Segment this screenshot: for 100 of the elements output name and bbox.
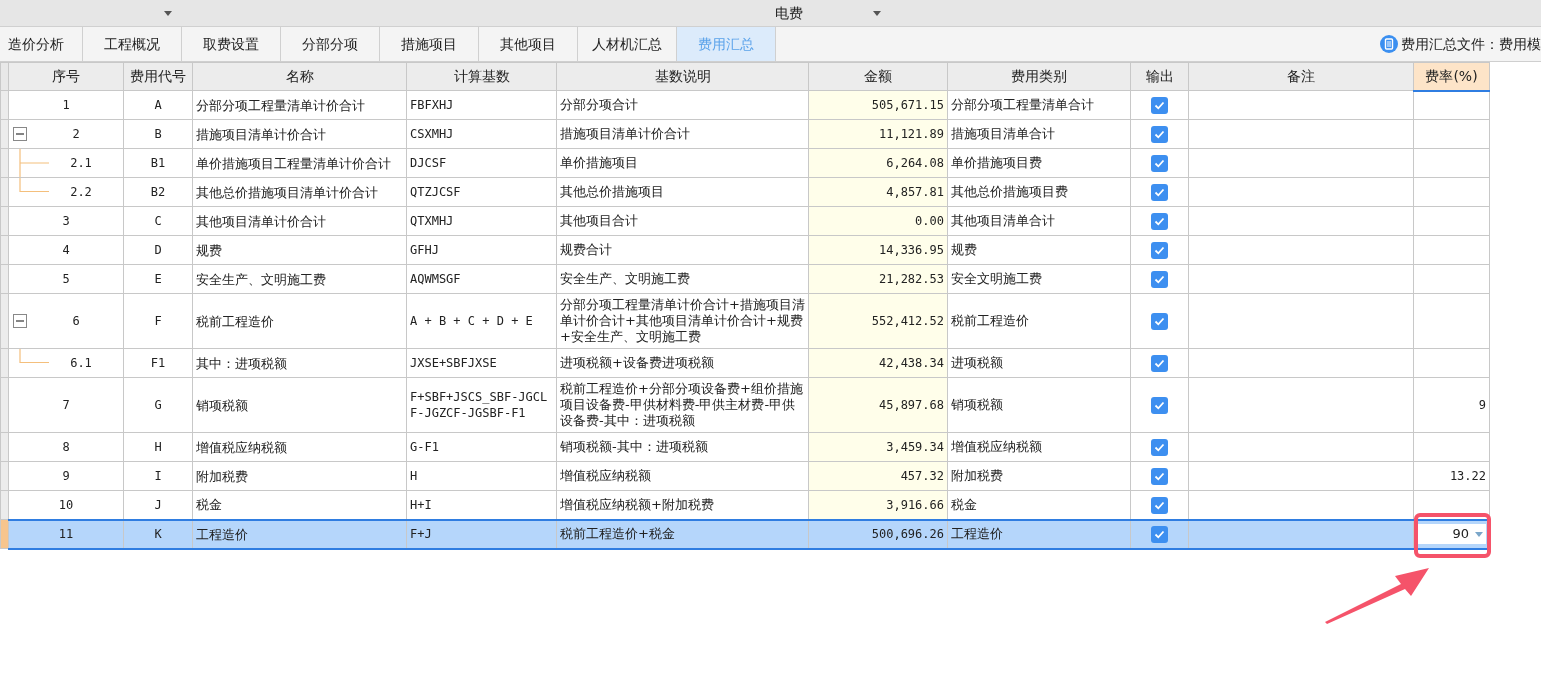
rate-value: 13.22: [1449, 469, 1486, 484]
fee-code: D: [154, 243, 162, 258]
row-number: 6: [72, 314, 80, 329]
amount: 42,438.34: [878, 356, 944, 371]
base-description: 进项税额+设备费进项税额: [560, 355, 715, 371]
base-description: 增值税应纳税额: [560, 468, 652, 484]
column-header: 序号: [8, 62, 124, 91]
fee-code: E: [154, 272, 162, 287]
fee-category: 进项税额: [951, 355, 1003, 371]
item-name: 附加税费: [196, 468, 249, 484]
amount: 21,282.53: [878, 272, 944, 287]
calc-base: CSXMHJ: [410, 126, 455, 142]
calc-base: F+SBF+JSCS_SBF-JGCLF-JGZCF-JGSBF-F1: [410, 389, 549, 421]
fee-category: 分部分项工程量清单合计: [951, 97, 1094, 113]
base-description: 措施项目清单计价合计: [560, 126, 691, 142]
rate-dropdown[interactable]: 90: [1417, 524, 1486, 544]
base-description: 分部分项合计: [560, 97, 639, 113]
row-number: 2.2: [70, 185, 92, 200]
row-number: 9: [62, 469, 70, 484]
fee-code: G: [154, 398, 162, 413]
item-name: 规费: [196, 242, 223, 258]
item-name: 销项税额: [196, 397, 249, 413]
base-description: 单价措施项目: [560, 155, 639, 171]
row-number: 8: [62, 440, 70, 455]
column-header: 输出: [1130, 62, 1189, 91]
row-number: 2.1: [70, 156, 92, 171]
row-number: 4: [62, 243, 70, 258]
row-number: 5: [62, 272, 70, 287]
fee-code: H: [154, 440, 162, 455]
amount: 500,696.26: [871, 527, 944, 542]
amount: 505,671.15: [871, 98, 944, 113]
base-description: 其他总价措施项目: [560, 184, 665, 200]
calc-base: FBFXHJ: [410, 97, 455, 113]
item-name: 安全生产、文明施工费: [196, 271, 327, 287]
fee-code: J: [154, 498, 162, 512]
amount: 3,459.34: [886, 440, 944, 455]
calc-base: F+J: [410, 526, 433, 542]
calc-base: AQWMSGF: [410, 271, 462, 287]
item-name: 增值税应纳税额: [196, 439, 288, 455]
amount: 457.32: [900, 469, 944, 484]
row-number: 1: [62, 98, 70, 113]
calc-base: QTZJCSF: [410, 184, 462, 200]
base-description: 安全生产、文明施工费: [560, 271, 691, 287]
column-header: 金额: [808, 62, 948, 91]
fee-code: F1: [150, 356, 166, 371]
fee-code: F: [154, 314, 162, 329]
fee-category: 其他项目清单合计: [951, 213, 1055, 229]
fee-category: 税前工程造价: [951, 313, 1029, 329]
item-name: 工程造价: [196, 526, 249, 542]
row-number: 6.1: [70, 356, 92, 371]
fee-code: C: [154, 214, 162, 229]
fee-code: B1: [150, 156, 166, 171]
base-description: 税前工程造价+分部分项设备费+组价措施项目设备费-甲供材料费-甲供主材费-甲供设备费-其中：进项税额: [560, 381, 804, 429]
column-header: 费用类别: [947, 62, 1131, 91]
fee-code: I: [154, 469, 162, 484]
column-header: 备注: [1188, 62, 1414, 91]
item-name: 税金: [196, 497, 223, 513]
fee-code: B: [154, 127, 162, 142]
fee-category: 附加税费: [951, 468, 1003, 484]
row-number: 3: [62, 214, 70, 229]
amount: 6,264.08: [886, 156, 944, 171]
row-number: 10: [58, 498, 74, 512]
amount: 11,121.89: [878, 127, 944, 142]
base-description: 其他项目合计: [560, 213, 639, 229]
fee-category: 销项税额: [951, 397, 1003, 413]
item-name: 分部分项工程量清单计价合计: [196, 97, 366, 113]
amount: 45,897.68: [878, 398, 944, 413]
item-name: 措施项目清单计价合计: [196, 126, 327, 142]
column-header: 基数说明: [556, 62, 809, 91]
fee-category: 安全文明施工费: [951, 271, 1042, 287]
fee-category: 工程造价: [951, 526, 1003, 542]
calc-base: H: [410, 468, 419, 484]
fee-category: 单价措施项目费: [951, 155, 1042, 171]
base-description: 规费合计: [560, 242, 613, 258]
item-name: 其中：进项税额: [196, 355, 288, 371]
item-name: 其他项目清单计价合计: [196, 213, 327, 229]
column-header: 计算基数: [406, 62, 557, 91]
fee-category: 税金: [951, 497, 977, 512]
amount: 4,857.81: [886, 185, 944, 200]
fee-category: 措施项目清单合计: [951, 126, 1055, 142]
calc-base: G-F1: [410, 439, 440, 455]
calc-base: QTXMHJ: [410, 213, 455, 229]
amount: 552,412.52: [871, 314, 944, 329]
fee-code: A: [154, 98, 162, 113]
amount: 3,916.66: [886, 498, 944, 512]
rate-value: 9: [1478, 398, 1486, 413]
calc-base: DJCSF: [410, 155, 448, 171]
item-name: 其他总价措施项目清单计价合计: [196, 184, 379, 200]
fee-category: 其他总价措施项目费: [951, 184, 1068, 200]
calc-base: H+I: [410, 496, 433, 513]
calc-base: GFHJ: [410, 242, 440, 258]
calc-base: A + B + C + D + E: [410, 313, 534, 329]
fee-category: 增值税应纳税额: [951, 439, 1042, 455]
item-name: 税前工程造价: [196, 313, 275, 329]
row-number: 11: [58, 527, 74, 542]
amount: 0.00: [915, 214, 944, 229]
base-description: 分部分项工程量清单计价合计+措施项目清单计价合计+其他项目清单计价合计+规费+安全生产、文明施工费: [560, 297, 805, 345]
column-header: 名称: [192, 62, 407, 91]
column-header: 费率(%): [1413, 62, 1490, 91]
window-title: 电费: [775, 3, 803, 23]
